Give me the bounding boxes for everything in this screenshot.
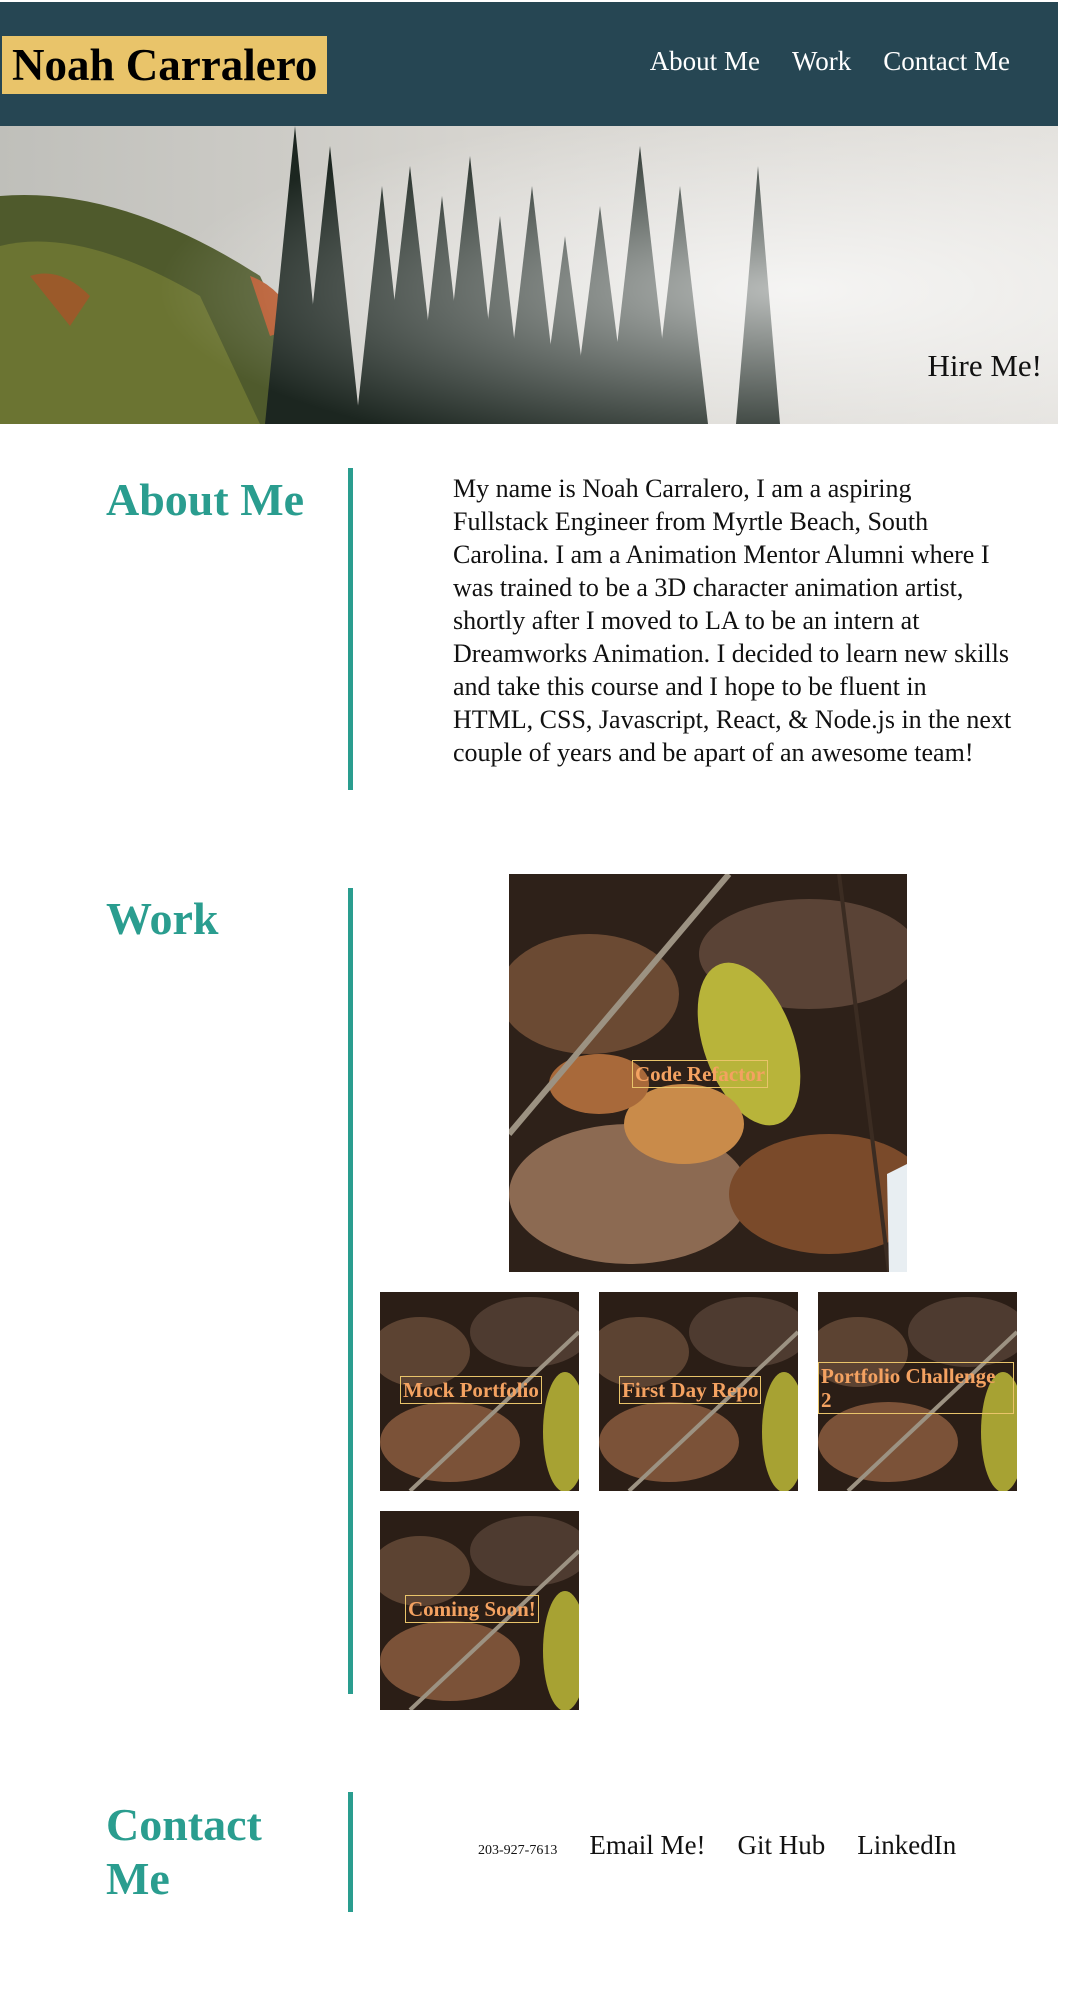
site-header: Noah Carralero About Me Work Contact Me bbox=[0, 2, 1058, 126]
nav-link-work[interactable]: Work bbox=[792, 46, 851, 77]
contact-divider bbox=[348, 1792, 353, 1912]
hero-forest-image bbox=[0, 126, 1058, 424]
main-nav: About Me Work Contact Me bbox=[650, 46, 1010, 77]
site-title: Noah Carralero bbox=[2, 36, 328, 94]
work-divider bbox=[348, 888, 353, 1694]
nav-link-about[interactable]: About Me bbox=[650, 46, 760, 77]
nav-link-contact[interactable]: Contact Me bbox=[883, 46, 1010, 77]
hero-banner: Hire Me! bbox=[0, 126, 1058, 424]
project-label: First Day Repo bbox=[619, 1376, 762, 1404]
work-section-title: Work bbox=[106, 893, 219, 944]
phone-number: 203-927-7613 bbox=[478, 1843, 558, 1858]
linkedin-link[interactable]: LinkedIn bbox=[857, 1830, 956, 1861]
email-link[interactable]: Email Me! bbox=[589, 1830, 705, 1861]
project-card-mock-portfolio[interactable]: Mock Portfolio bbox=[380, 1292, 579, 1491]
project-card-portfolio-challenge-2[interactable]: Portfolio Challenge 2 bbox=[818, 1292, 1017, 1491]
project-card-first-day-repo[interactable]: First Day Repo bbox=[599, 1292, 798, 1491]
about-divider bbox=[348, 468, 353, 790]
github-link[interactable]: Git Hub bbox=[738, 1830, 826, 1861]
contact-links: 203-927-7613 Email Me! Git Hub LinkedIn bbox=[478, 1830, 956, 1861]
about-section-title: About Me bbox=[106, 474, 305, 525]
project-label: Mock Portfolio bbox=[400, 1376, 542, 1404]
project-card-code-refactor[interactable]: Code Refactor bbox=[509, 874, 907, 1272]
project-label: Portfolio Challenge 2 bbox=[818, 1362, 1014, 1414]
project-label: Coming Soon! bbox=[405, 1595, 539, 1623]
project-card-coming-soon[interactable]: Coming Soon! bbox=[380, 1511, 579, 1710]
contact-section-title: Contact Me bbox=[106, 1799, 262, 1904]
hire-me-cta[interactable]: Hire Me! bbox=[928, 348, 1042, 384]
project-label: Code Refactor bbox=[632, 1060, 769, 1088]
about-body-text: My name is Noah Carralero, I am a aspiri… bbox=[453, 474, 1012, 767]
